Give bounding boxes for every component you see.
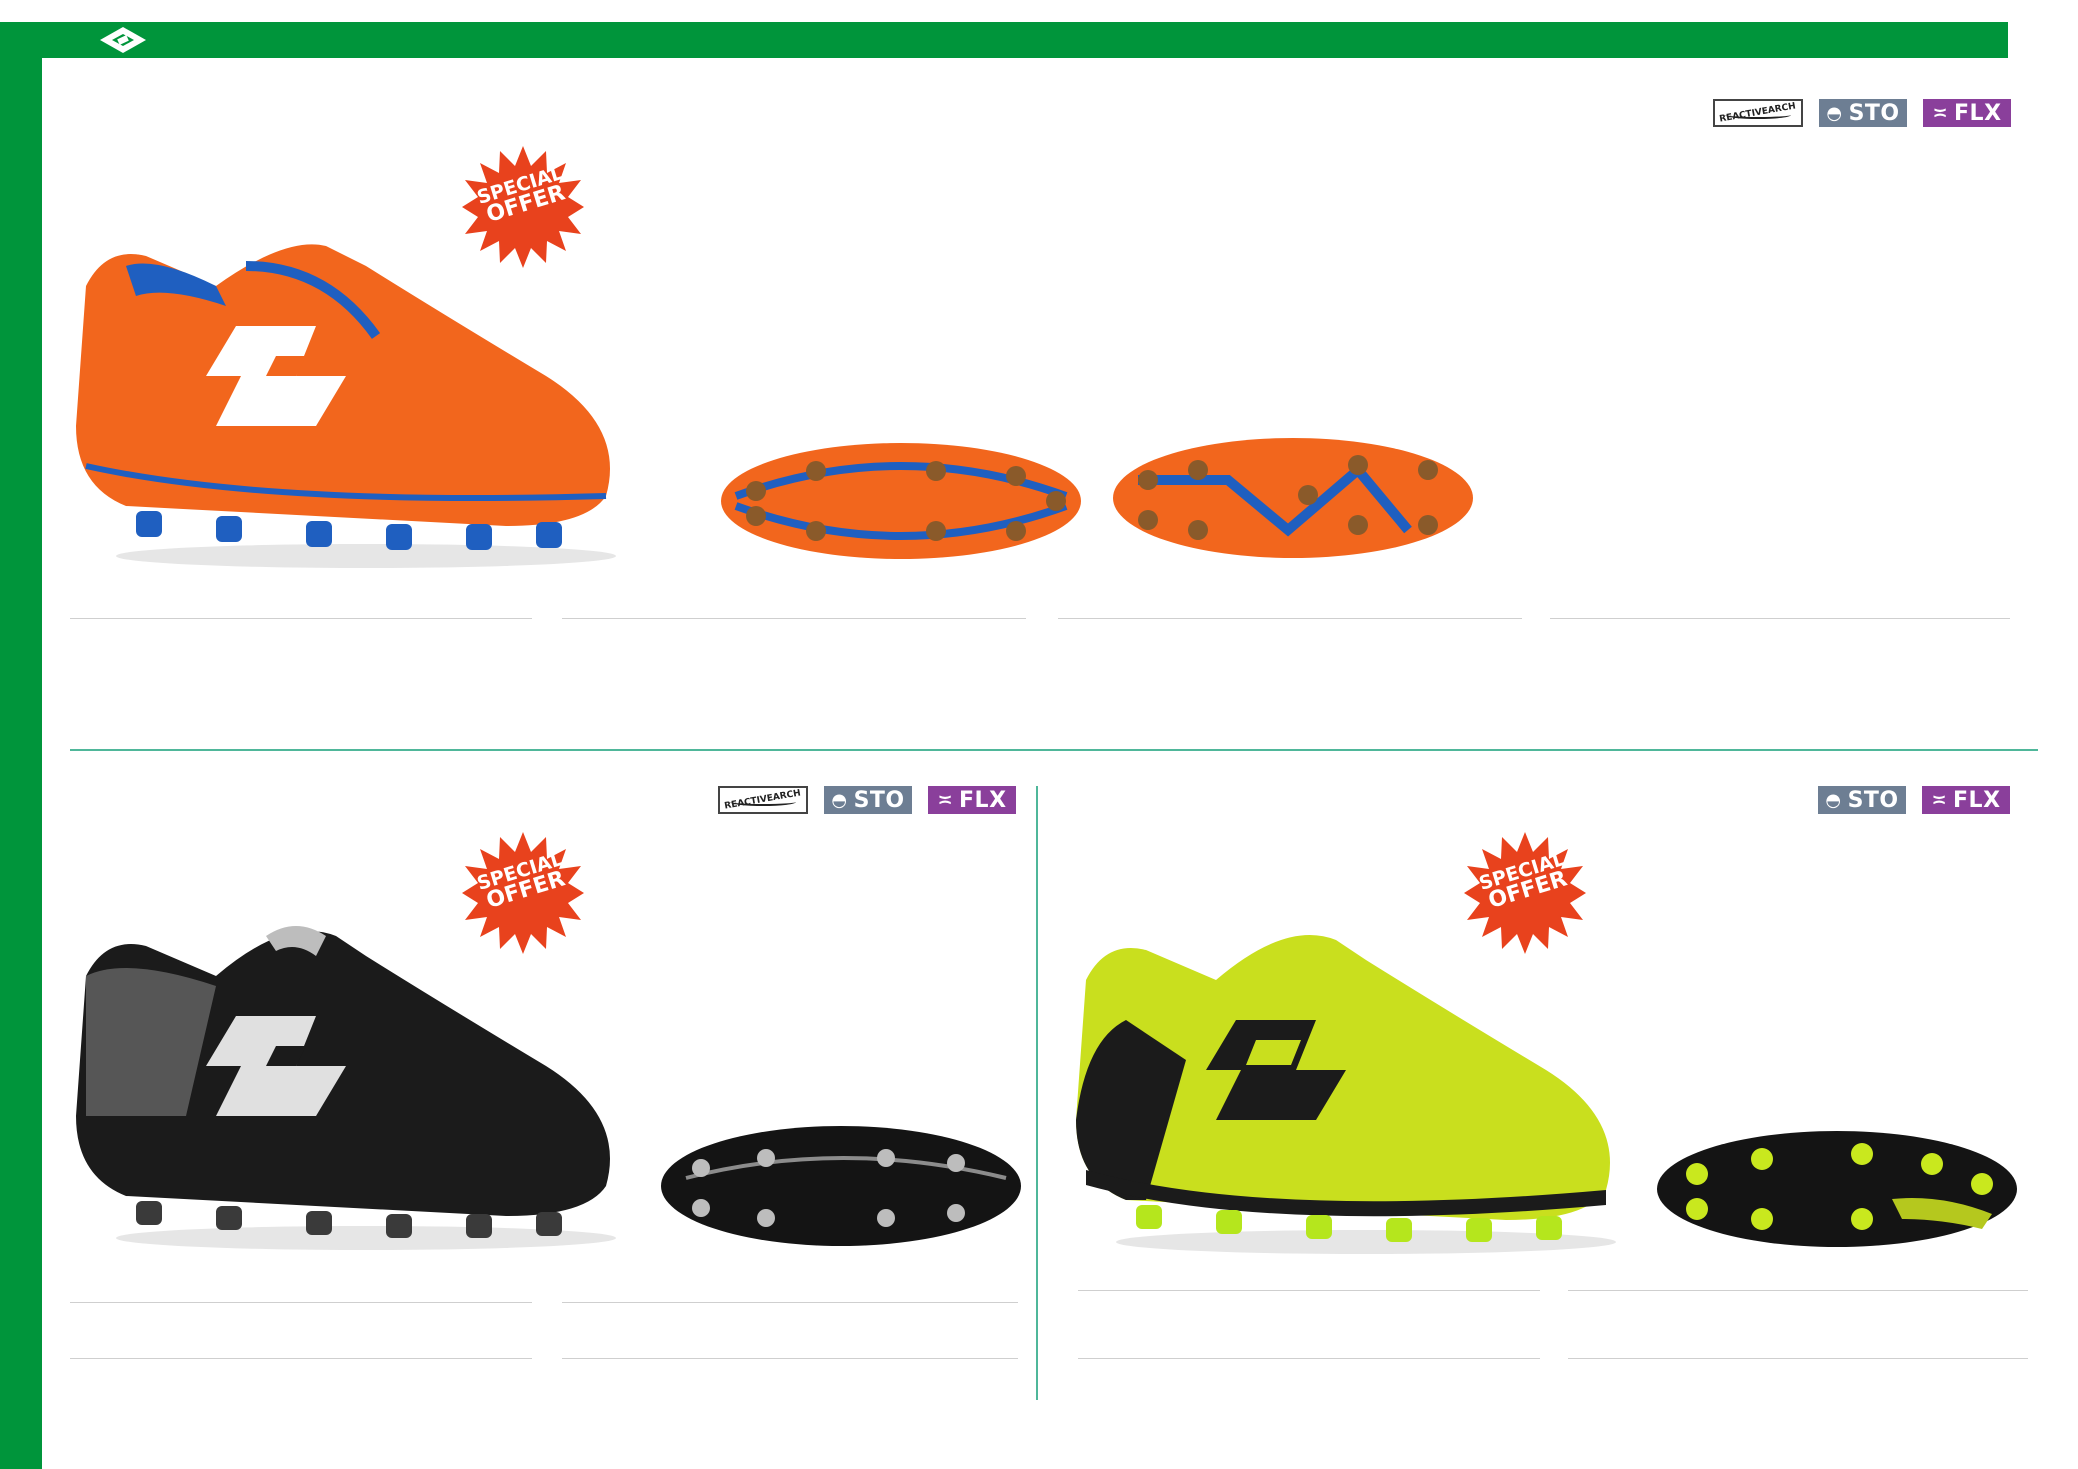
rule-top-2 [562,618,1026,619]
flex-icon: ≍ [1932,102,1949,124]
sto-badge: ◓ STO [1819,99,1907,127]
rule-br-2 [1568,1290,2028,1291]
yellow-sole-view [1657,1131,2017,1247]
rule-bl-1 [70,1302,532,1303]
sto-badge: ◓ STO [1818,786,1906,814]
reactivearch-badge: REACTIVEARCH [1713,99,1803,127]
black-sole-view [661,1126,1021,1246]
black-boot-image [76,926,616,1250]
rule-bl-3 [70,1358,532,1359]
tech-badges-bottom-right: ◓ STO ≍ FLX [1818,786,2010,814]
left-band [0,22,42,1469]
stud-icon: ◓ [831,789,848,811]
rule-br-4 [1568,1358,2028,1359]
flx-badge: ≍ FLX [1922,786,2010,814]
flx-badge: ≍ FLX [1923,99,2011,127]
flx-badge: ≍ FLX [928,786,1016,814]
tech-badges-top: REACTIVEARCH ◓ STO ≍ FLX [1713,99,2011,127]
rule-bl-4 [562,1358,1018,1359]
stud-icon: ◓ [1826,102,1843,124]
rule-bl-2 [562,1302,1018,1303]
rule-br-1 [1078,1290,1540,1291]
tech-badges-bottom-left: REACTIVEARCH ◓ STO ≍ FLX [718,786,1016,814]
stud-icon: ◓ [1825,789,1842,811]
section-divider-horizontal [70,749,2038,751]
rule-top-3 [1058,618,1522,619]
yellow-boot-image [1076,935,1616,1254]
rule-top-4 [1550,618,2010,619]
sto-badge: ◓ STO [824,786,912,814]
flex-icon: ≍ [1931,789,1948,811]
section-divider-vertical [1036,786,1038,1400]
header-band [0,22,2008,58]
orange-boot-image [76,244,616,568]
rule-top-1 [70,618,532,619]
orange-sole-view-2 [1113,438,1473,558]
orange-sole-view-1 [721,443,1081,559]
rule-br-3 [1078,1358,1540,1359]
lotto-logo-icon [100,27,146,53]
reactivearch-badge: REACTIVEARCH [718,786,808,814]
flex-icon: ≍ [937,789,954,811]
